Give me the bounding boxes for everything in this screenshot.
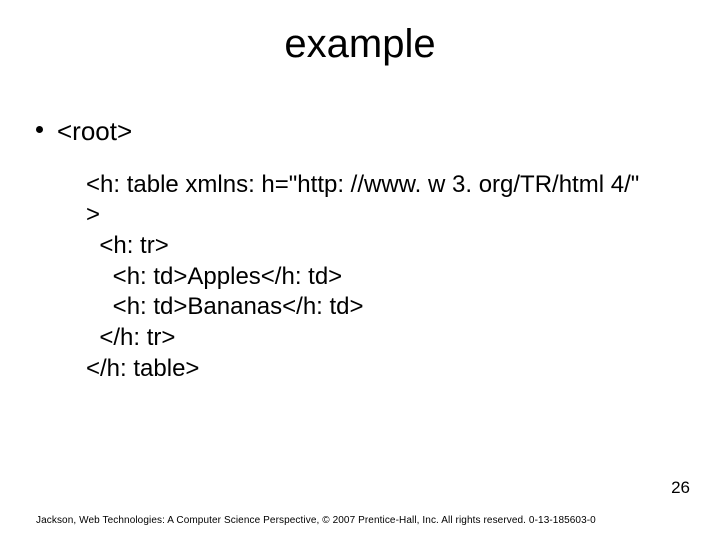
- slide: example <root> <h: table xmlns: h="http:…: [0, 0, 720, 540]
- bullet-item: <root>: [36, 115, 684, 148]
- slide-title: example: [0, 22, 720, 67]
- code-block: <h: table xmlns: h="http: //www. w 3. or…: [86, 170, 684, 385]
- footer-citation: Jackson, Web Technologies: A Computer Sc…: [36, 515, 684, 526]
- page-number: 26: [671, 478, 690, 498]
- code-line: <h: table xmlns: h="http: //www. w 3. or…: [86, 170, 684, 201]
- bullet-text: <root>: [57, 115, 132, 148]
- code-line: >: [86, 200, 684, 231]
- slide-content: <root> <h: table xmlns: h="http: //www. …: [36, 115, 684, 385]
- bullet-icon: [36, 126, 43, 133]
- code-line: </h: tr>: [86, 323, 684, 354]
- code-line: <h: td>Bananas</h: td>: [86, 292, 684, 323]
- code-line: </h: table>: [86, 354, 684, 385]
- code-line: <h: tr>: [86, 231, 684, 262]
- code-line: <h: td>Apples</h: td>: [86, 262, 684, 293]
